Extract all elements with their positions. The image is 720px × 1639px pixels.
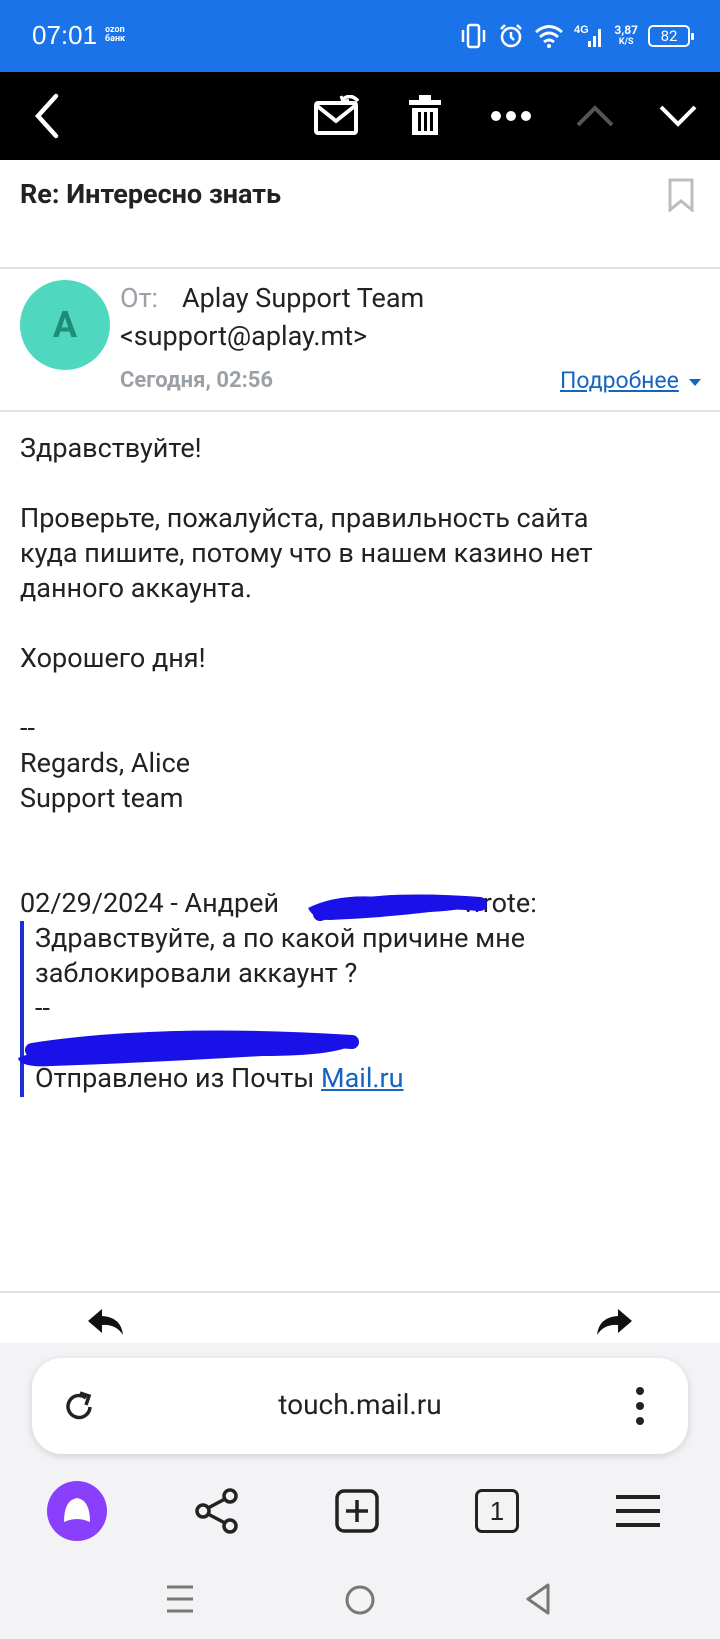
new-tab-button[interactable] (332, 1486, 382, 1536)
address-bar[interactable]: touch.mail.ru (32, 1358, 688, 1454)
mark-unread-button[interactable] (302, 72, 372, 160)
quote-line: заблокировали аккаунт ? (35, 957, 358, 989)
alice-assistant-button[interactable] (46, 1480, 108, 1542)
hamburger-icon (616, 1495, 660, 1527)
more-actions-button[interactable] (476, 72, 546, 160)
details-link[interactable]: Подробнее (560, 367, 679, 394)
mailru-link[interactable]: Mail.ru (321, 1062, 404, 1094)
reply-icon[interactable] (86, 1307, 126, 1337)
divider (0, 410, 720, 412)
alice-icon (47, 1481, 107, 1541)
trash-icon (409, 95, 441, 135)
vibrate-icon (462, 23, 486, 49)
more-vertical-icon[interactable] (634, 1386, 646, 1426)
quote-separator: -- (35, 992, 50, 1024)
body-paragraph-line: куда пишите, потому что в нашем казино н… (20, 537, 593, 569)
from-label: От: (120, 282, 159, 314)
url-text[interactable]: touch.mail.ru (32, 1388, 688, 1421)
signature-regards: Regards, Alice (20, 747, 191, 779)
home-icon[interactable] (344, 1584, 376, 1616)
signature-team: Support team (20, 782, 184, 814)
quote-bar (20, 921, 24, 1097)
tabs-icon: 1 (475, 1489, 519, 1533)
previous-email-button[interactable] (560, 72, 630, 160)
cell-signal-icon: 4G (574, 24, 602, 47)
sender-avatar: A (20, 280, 110, 370)
share-button[interactable] (192, 1486, 242, 1536)
sender-name[interactable]: Aplay Support Team (182, 282, 424, 314)
chevron-up-icon (576, 105, 614, 127)
status-time: 07:01 (32, 20, 98, 50)
alarm-icon (500, 24, 523, 48)
caret-down-icon[interactable] (689, 379, 701, 386)
envelope-return-icon (314, 95, 360, 135)
next-email-button[interactable] (643, 72, 713, 160)
quote-line: Здравствуйте, а по какой причине мне (35, 922, 526, 954)
recent-apps-icon[interactable] (166, 1584, 194, 1614)
back-button[interactable] (12, 72, 82, 160)
battery-indicator: 82 (648, 25, 694, 47)
plus-square-icon (335, 1489, 379, 1533)
forward-icon[interactable] (594, 1307, 634, 1337)
body-closing: Хорошего дня! (20, 642, 206, 674)
email-subject: Re: Интересно знать (20, 178, 282, 210)
wifi-icon (535, 25, 564, 48)
reply-forward-bar (0, 1293, 720, 1343)
divider (0, 267, 720, 269)
svg-text:4G: 4G (574, 24, 589, 36)
email-date: Сегодня, 02:56 (120, 368, 274, 393)
quote-sent-from: Отправлено из Почты Mail.ru (35, 1062, 404, 1094)
signature-separator: -- (20, 712, 35, 744)
menu-button[interactable] (612, 1486, 664, 1536)
ozon-bank-notification-icon: ozon банк (105, 25, 126, 44)
sender-email[interactable]: <support@aplay.mt> (120, 320, 367, 352)
back-nav-icon[interactable] (524, 1582, 552, 1616)
share-icon (195, 1488, 238, 1534)
email-toolbar (0, 72, 720, 160)
network-speed: 3,87 K/S (614, 23, 638, 47)
body-greeting: Здравствуйте! (20, 432, 202, 464)
delete-button[interactable] (390, 72, 460, 160)
chevron-left-icon (34, 93, 59, 139)
chevron-down-icon (659, 105, 697, 127)
status-icons: 4G 3,87 K/S 82 (460, 18, 694, 54)
more-horizontal-icon (491, 111, 531, 121)
tabs-button[interactable]: 1 (472, 1486, 522, 1536)
body-paragraph-line: данного аккаунта. (20, 572, 252, 604)
bookmark-icon[interactable] (666, 178, 696, 212)
status-bar: 07:01 ozon банк 4G 3,87 K/S 82 (0, 0, 720, 72)
body-paragraph-line: Проверьте, пожалуйста, правильность сайт… (20, 502, 589, 534)
